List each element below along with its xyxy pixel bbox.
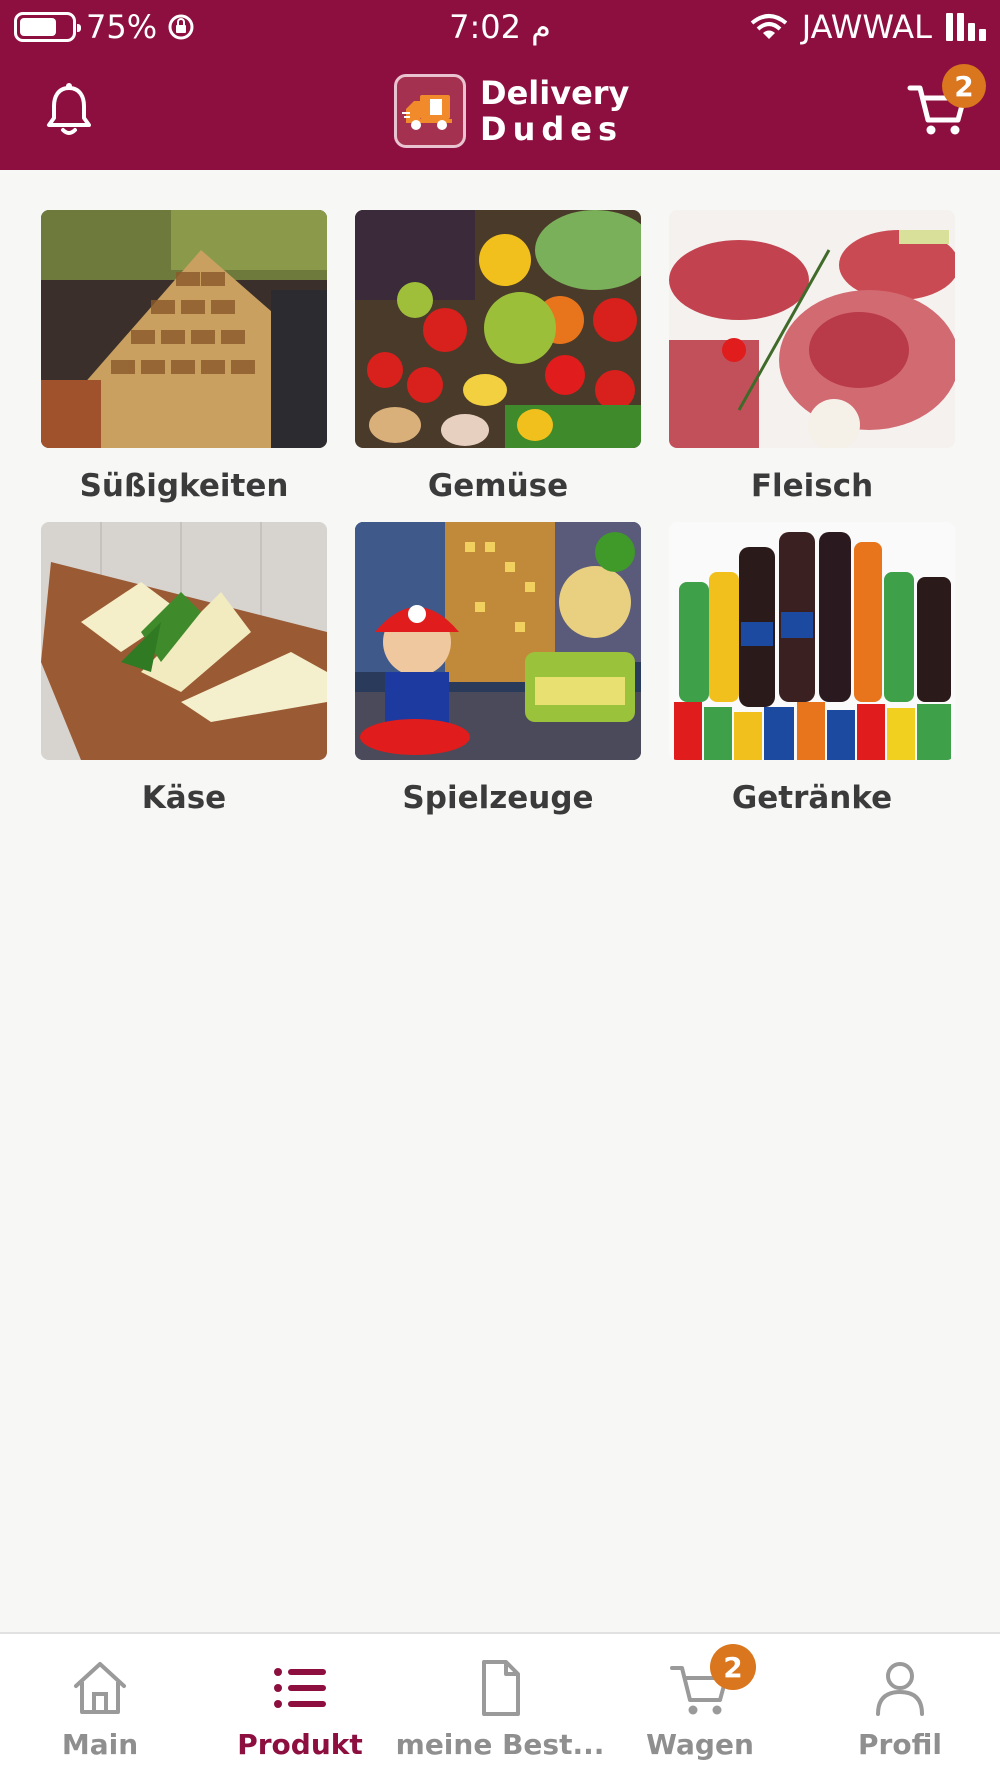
category-label: Spielzeuge — [402, 780, 594, 816]
drinks-photo — [669, 522, 955, 760]
nav-item-main[interactable]: Main — [0, 1634, 200, 1778]
bottom-navigation: Main Produkt meine Best... 2 Wagen Profi… — [0, 1632, 1000, 1778]
nav-item-profil[interactable]: Profil — [800, 1634, 1000, 1778]
nav-label: Profil — [858, 1728, 942, 1761]
person-icon — [876, 1662, 924, 1716]
category-grid: Süßigkeiten Gemüse Fleisch Käse Spielzeu… — [40, 210, 960, 834]
meat-photo — [669, 210, 955, 448]
nav-item-meine-bestellungen[interactable]: meine Best... — [396, 1634, 604, 1778]
signal-icon — [946, 13, 986, 41]
list-icon — [274, 1668, 326, 1708]
category-label: Getränke — [731, 780, 893, 816]
document-icon — [482, 1660, 520, 1716]
bell-icon[interactable] — [44, 82, 94, 138]
category-label: Fleisch — [750, 468, 874, 504]
category-tile-fleisch[interactable]: Fleisch — [668, 210, 956, 522]
category-tile-kaese[interactable]: Käse — [40, 522, 328, 834]
category-label: Süßigkeiten — [79, 468, 289, 504]
cart-count-badge: 2 — [942, 64, 986, 108]
baklava-photo — [41, 210, 327, 448]
category-tile-suessigkeiten[interactable]: Süßigkeiten — [40, 210, 328, 522]
cart-count-badge: 2 — [710, 1644, 756, 1690]
logo-text-line2: Dudes — [480, 110, 623, 148]
cheese-photo — [41, 522, 327, 760]
category-tile-getraenke[interactable]: Getränke — [668, 522, 956, 834]
home-icon — [74, 1662, 126, 1714]
nav-label: Wagen — [646, 1728, 754, 1761]
category-tile-spielzeuge[interactable]: Spielzeuge — [354, 522, 642, 834]
status-bar: 75% 7:02 م JAWWAL — [0, 0, 1000, 56]
nav-item-wagen[interactable]: 2 Wagen — [600, 1634, 800, 1778]
category-label: Gemüse — [427, 468, 569, 504]
toy-kart-photo — [355, 522, 641, 760]
category-label: Käse — [141, 780, 227, 816]
nav-label: Produkt — [237, 1728, 363, 1761]
category-tile-gemuese[interactable]: Gemüse — [354, 210, 642, 522]
logo-text-line1: Delivery — [480, 74, 630, 112]
carrier-name: JAWWAL — [801, 8, 932, 46]
delivery-truck-icon — [394, 74, 466, 148]
nav-label: meine Best... — [395, 1728, 605, 1761]
app-header: 75% 7:02 م JAWWAL Delivery Dudes 2 — [0, 0, 1000, 170]
app-logo: Delivery Dudes — [394, 74, 629, 148]
wifi-icon — [750, 14, 788, 39]
nav-item-produkt[interactable]: Produkt — [200, 1634, 400, 1778]
vegetables-photo — [355, 210, 641, 448]
nav-label: Main — [61, 1728, 139, 1761]
